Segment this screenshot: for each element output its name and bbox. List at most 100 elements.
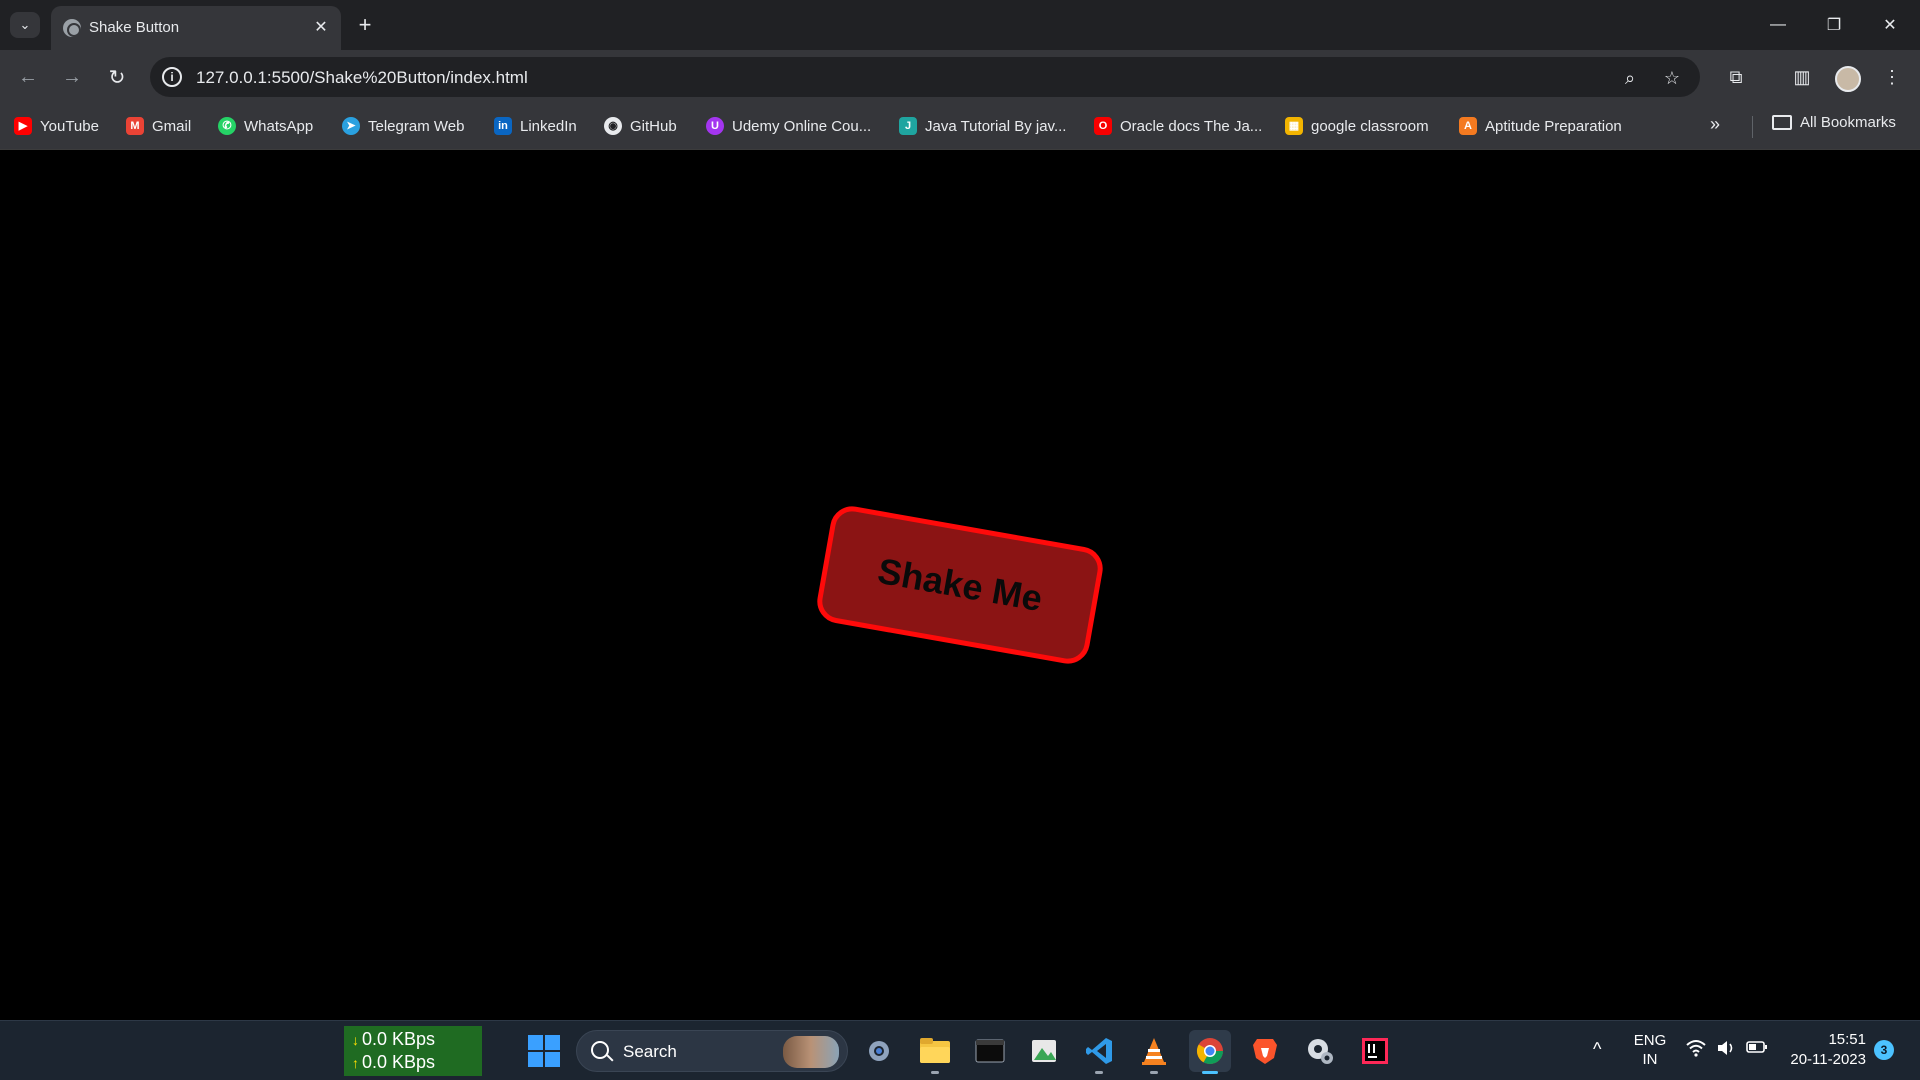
bookmark-youtube[interactable]: ▶ YouTube bbox=[14, 114, 99, 138]
download-arrow-icon: ↓ bbox=[352, 1032, 359, 1048]
search-highlight-image bbox=[783, 1036, 839, 1068]
bookmark-label: LinkedIn bbox=[520, 117, 577, 135]
running-indicator bbox=[931, 1071, 939, 1074]
browser-menu-icon[interactable]: ⋮ bbox=[1878, 63, 1906, 91]
taskbar-search[interactable]: Search bbox=[576, 1030, 848, 1072]
bookmark-label: Java Tutorial By jav... bbox=[925, 117, 1067, 135]
net-up-row: ↑ 0.0 KBps bbox=[352, 1051, 474, 1074]
linkedin-icon: in bbox=[494, 117, 512, 135]
bookmark-aptitude-preparation[interactable]: A Aptitude Preparation bbox=[1459, 114, 1622, 138]
youtube-icon: ▶ bbox=[14, 117, 32, 135]
bookmark-github[interactable]: ◉ GitHub bbox=[604, 114, 677, 138]
bookmark-label: google classroom bbox=[1311, 117, 1429, 135]
vscode-icon[interactable] bbox=[1078, 1030, 1120, 1074]
search-icon bbox=[591, 1041, 609, 1059]
udemy-icon: U bbox=[706, 117, 724, 135]
net-up-value: 0.0 KBps bbox=[362, 1052, 436, 1072]
windows-taskbar: ↓ 0.0 KBps ↑ 0.0 KBps Search ^ ENG IN 15… bbox=[0, 1020, 1920, 1080]
net-down-row: ↓ 0.0 KBps bbox=[352, 1028, 474, 1051]
bookmark-udemy[interactable]: U Udemy Online Cou... bbox=[706, 114, 871, 138]
volume-icon[interactable] bbox=[1716, 1039, 1736, 1062]
bookmark-whatsapp[interactable]: ✆ WhatsApp bbox=[218, 114, 313, 138]
classroom-icon: ▦ bbox=[1285, 117, 1303, 135]
upload-arrow-icon: ↑ bbox=[352, 1055, 359, 1071]
new-tab-button[interactable]: + bbox=[350, 10, 380, 40]
net-down-value: 0.0 KBps bbox=[362, 1029, 436, 1049]
oracle-icon: O bbox=[1094, 117, 1112, 135]
battery-icon[interactable] bbox=[1746, 1039, 1768, 1060]
minimize-button[interactable]: — bbox=[1758, 10, 1798, 40]
bookmark-label: Gmail bbox=[152, 117, 192, 135]
bookmark-label: YouTube bbox=[40, 117, 99, 135]
all-bookmarks-button[interactable]: All Bookmarks bbox=[1772, 114, 1896, 131]
tab-strip: ⌄ Shake Button ✕ + — ❐ ✕ bbox=[0, 0, 1920, 50]
network-monitor: ↓ 0.0 KBps ↑ 0.0 KBps bbox=[344, 1026, 482, 1076]
bookmark-linkedin[interactable]: in LinkedIn bbox=[494, 114, 577, 138]
clock-date: 20-11-2023 bbox=[1790, 1051, 1866, 1068]
lang-code: ENG bbox=[1633, 1032, 1667, 1049]
notification-badge[interactable]: 3 bbox=[1874, 1040, 1894, 1060]
bookmark-label: GitHub bbox=[630, 117, 677, 135]
telegram-icon: ➤ bbox=[342, 117, 360, 135]
browser-toolbar: ← → ↻ i 127.0.0.1:5500/Shake%20Button/in… bbox=[0, 50, 1920, 102]
github-icon: ◉ bbox=[604, 117, 622, 135]
windows-start-icon[interactable] bbox=[528, 1035, 560, 1067]
terminal-icon[interactable] bbox=[969, 1030, 1011, 1072]
forward-button[interactable]: → bbox=[58, 63, 86, 91]
bookmarks-bar: ▶ YouTube M Gmail ✆ WhatsApp ➤ Telegram … bbox=[0, 102, 1920, 150]
address-bar[interactable]: i 127.0.0.1:5500/Shake%20Button/index.ht… bbox=[150, 57, 1700, 97]
reload-button[interactable]: ↻ bbox=[103, 63, 131, 91]
bookmark-label: Udemy Online Cou... bbox=[732, 117, 872, 135]
clock-time: 15:51 bbox=[1828, 1031, 1866, 1048]
all-bookmarks-label: All Bookmarks bbox=[1800, 114, 1896, 131]
bookmark-label: Aptitude Preparation bbox=[1485, 117, 1622, 135]
bookmarks-overflow-icon[interactable]: » bbox=[1710, 114, 1720, 135]
file-explorer-icon[interactable] bbox=[914, 1030, 956, 1074]
wifi-icon[interactable] bbox=[1686, 1039, 1706, 1062]
bookmarks-divider bbox=[1752, 116, 1753, 138]
bookmark-star-icon[interactable]: ☆ bbox=[1660, 66, 1684, 90]
running-indicator bbox=[1095, 1071, 1103, 1074]
lang-region: IN bbox=[1642, 1051, 1658, 1068]
chrome-icon[interactable] bbox=[1189, 1030, 1231, 1074]
bookmark-label: Telegram Web bbox=[368, 117, 465, 135]
extensions-icon[interactable]: ⧉ bbox=[1722, 63, 1750, 91]
globe-icon bbox=[63, 19, 81, 37]
running-indicator bbox=[1150, 1071, 1158, 1074]
restore-button[interactable]: ❐ bbox=[1814, 10, 1854, 40]
bookmark-java-tutorial[interactable]: J Java Tutorial By jav... bbox=[899, 114, 1066, 138]
java-icon: J bbox=[899, 117, 917, 135]
bookmark-label: WhatsApp bbox=[244, 117, 314, 135]
photos-app-icon[interactable] bbox=[1023, 1030, 1065, 1072]
bookmark-google-classroom[interactable]: ▦ google classroom bbox=[1285, 114, 1429, 138]
active-indicator bbox=[1202, 1071, 1218, 1074]
site-info-icon[interactable]: i bbox=[162, 67, 182, 87]
zoom-icon[interactable]: ⌕ bbox=[1618, 66, 1642, 90]
brave-icon[interactable] bbox=[1244, 1030, 1286, 1072]
search-label: Search bbox=[623, 1042, 677, 1061]
profile-avatar[interactable] bbox=[1835, 66, 1861, 92]
bookmark-label: Oracle docs The Ja... bbox=[1120, 117, 1263, 135]
tab-active[interactable]: Shake Button ✕ bbox=[51, 6, 341, 50]
vlc-icon[interactable] bbox=[1133, 1030, 1175, 1074]
gmail-icon: M bbox=[126, 117, 144, 135]
side-panel-icon[interactable]: ▥ bbox=[1788, 63, 1816, 91]
bookmark-telegram-web[interactable]: ➤ Telegram Web bbox=[342, 114, 464, 138]
settings-icon[interactable] bbox=[1299, 1030, 1341, 1072]
whatsapp-icon: ✆ bbox=[218, 117, 236, 135]
back-button[interactable]: ← bbox=[14, 63, 42, 91]
tab-search-button[interactable]: ⌄ bbox=[10, 12, 40, 38]
bookmark-gmail[interactable]: M Gmail bbox=[126, 114, 191, 138]
aptitude-icon: A bbox=[1459, 117, 1477, 135]
system-clock[interactable]: 15:51 20-11-2023 bbox=[1782, 1030, 1866, 1070]
settings-gear-app-icon[interactable] bbox=[858, 1030, 900, 1072]
folder-icon bbox=[1772, 115, 1792, 130]
close-window-button[interactable]: ✕ bbox=[1870, 10, 1910, 40]
tab-close-icon[interactable]: ✕ bbox=[311, 17, 331, 37]
bookmark-oracle-docs[interactable]: O Oracle docs The Ja... bbox=[1094, 114, 1262, 138]
input-language[interactable]: ENG IN bbox=[1630, 1031, 1670, 1069]
intellij-icon[interactable] bbox=[1354, 1030, 1396, 1072]
tab-title: Shake Button bbox=[89, 19, 180, 36]
tray-overflow-icon[interactable]: ^ bbox=[1593, 1039, 1601, 1060]
address-url[interactable]: 127.0.0.1:5500/Shake%20Button/index.html bbox=[196, 68, 528, 88]
